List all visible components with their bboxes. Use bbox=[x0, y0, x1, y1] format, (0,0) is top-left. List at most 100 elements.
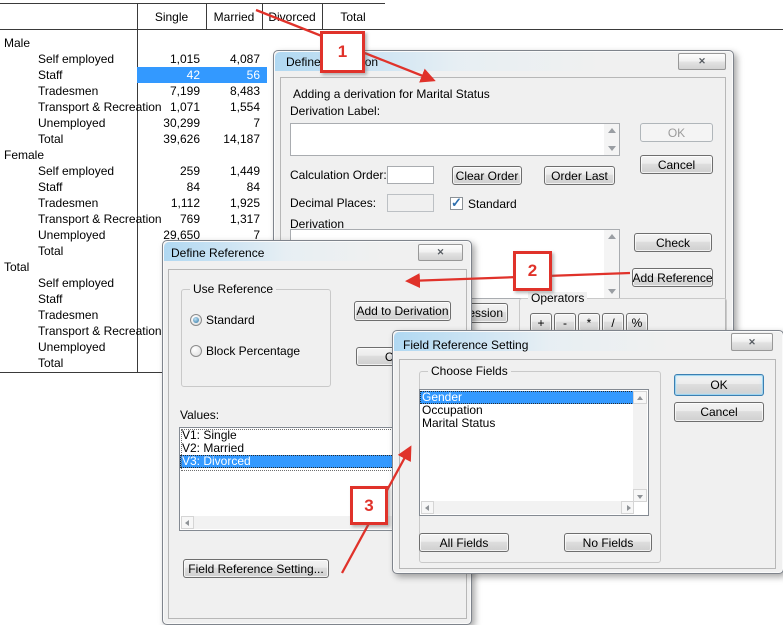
row-label: Transport & Recreation bbox=[38, 323, 162, 339]
column-header-total[interactable]: Total bbox=[322, 9, 384, 25]
table-row[interactable]: Male bbox=[0, 35, 440, 51]
fields-hscrollbar[interactable] bbox=[421, 501, 634, 514]
no-fields-button[interactable]: No Fields bbox=[564, 533, 652, 552]
standard-checkbox-label: Standard bbox=[468, 197, 517, 211]
table-cell[interactable]: 1,554 bbox=[200, 99, 260, 115]
arrow-left-icon bbox=[425, 505, 429, 511]
scroll-up-button[interactable] bbox=[633, 391, 647, 404]
row-label: Tradesmen bbox=[38, 195, 98, 211]
row-label: Unemployed bbox=[38, 227, 105, 243]
table-top-line bbox=[0, 3, 385, 4]
scroll-up-icon bbox=[608, 234, 616, 239]
derivation-label-caption: Derivation Label: bbox=[290, 104, 380, 118]
close-icon[interactable]: ✕ bbox=[418, 244, 463, 261]
scroll-down-button[interactable] bbox=[633, 489, 647, 502]
table-cell[interactable]: 259 bbox=[137, 163, 200, 179]
row-label: Staff bbox=[38, 67, 62, 83]
cancel-button[interactable]: Cancel bbox=[640, 155, 713, 174]
row-label: Self employed bbox=[38, 275, 114, 291]
block-percentage-radio-label: Block Percentage bbox=[206, 344, 300, 358]
callout-1: 1 bbox=[320, 31, 365, 73]
decimal-places-caption: Decimal Places: bbox=[290, 196, 376, 210]
row-label: Male bbox=[4, 35, 30, 51]
row-label: Staff bbox=[38, 291, 62, 307]
arrow-left-icon bbox=[185, 520, 189, 526]
table-cell[interactable]: 769 bbox=[137, 211, 200, 227]
operators-caption: Operators bbox=[528, 292, 587, 305]
row-label: Total bbox=[38, 131, 63, 147]
close-icon[interactable]: ✕ bbox=[678, 53, 726, 70]
ok-button[interactable]: OK bbox=[640, 123, 713, 142]
row-label: Total bbox=[38, 355, 63, 371]
column-header-married[interactable]: Married bbox=[206, 9, 262, 25]
row-label: Total bbox=[38, 243, 63, 259]
table-cell[interactable]: 4,087 bbox=[200, 51, 260, 67]
table-cell[interactable]: 1,071 bbox=[137, 99, 200, 115]
row-label: Female bbox=[4, 147, 44, 163]
arrow-down-icon bbox=[637, 495, 643, 499]
row-label: Unemployed bbox=[38, 339, 105, 355]
fields-listbox[interactable]: GenderOccupationMarital Status bbox=[419, 389, 649, 516]
standard-checkbox[interactable]: ✓ bbox=[450, 197, 463, 210]
derivation-scrollbar[interactable] bbox=[604, 230, 619, 298]
arrow-right-icon bbox=[627, 505, 631, 511]
row-label: Tradesmen bbox=[38, 307, 98, 323]
calculation-order-caption: Calculation Order: bbox=[290, 168, 387, 182]
close-icon[interactable]: ✕ bbox=[731, 333, 773, 351]
ok-button[interactable]: OK bbox=[674, 374, 764, 396]
scroll-up-icon bbox=[608, 128, 616, 133]
table-header-underline bbox=[0, 29, 783, 30]
callout-3: 3 bbox=[350, 486, 388, 525]
table-cell[interactable]: 1,925 bbox=[200, 195, 260, 211]
table-cell[interactable]: 42 bbox=[137, 67, 200, 83]
table-cell[interactable]: 84 bbox=[200, 179, 260, 195]
decimal-places-input[interactable] bbox=[387, 194, 434, 212]
row-label: Self employed bbox=[38, 163, 114, 179]
table-cell[interactable]: 30,299 bbox=[137, 115, 200, 131]
row-label: Tradesmen bbox=[38, 83, 98, 99]
table-cell[interactable]: 1,317 bbox=[200, 211, 260, 227]
table-cell[interactable]: 8,483 bbox=[200, 83, 260, 99]
row-label: Staff bbox=[38, 179, 62, 195]
table-cell[interactable]: 7 bbox=[200, 115, 260, 131]
row-label: Self employed bbox=[38, 51, 114, 67]
scroll-left-button[interactable] bbox=[181, 516, 194, 529]
table-cell[interactable]: 14,187 bbox=[200, 131, 260, 147]
fields-vscrollbar[interactable] bbox=[633, 391, 647, 502]
derivation-label-input[interactable] bbox=[290, 123, 620, 156]
table-cell[interactable]: 1,015 bbox=[137, 51, 200, 67]
check-button[interactable]: Check bbox=[634, 233, 712, 252]
add-reference-button[interactable]: Add Reference bbox=[632, 268, 713, 287]
radio-dot-icon bbox=[193, 317, 199, 323]
column-header-divorced[interactable]: Divorced bbox=[262, 9, 322, 25]
calculation-order-input[interactable] bbox=[387, 166, 434, 184]
table-cell[interactable]: 1,449 bbox=[200, 163, 260, 179]
derivation-label-scrollbar[interactable] bbox=[604, 124, 619, 155]
block-percentage-radio[interactable] bbox=[190, 345, 202, 357]
fields-list-items: GenderOccupationMarital Status bbox=[420, 391, 648, 430]
table-cell[interactable]: 56 bbox=[200, 67, 260, 83]
table-cell[interactable]: 39,626 bbox=[137, 131, 200, 147]
column-header-single[interactable]: Single bbox=[137, 9, 206, 25]
standard-radio[interactable] bbox=[190, 314, 202, 326]
table-cell[interactable]: 1,112 bbox=[137, 195, 200, 211]
fields-list-item[interactable]: Marital Status bbox=[420, 417, 634, 430]
values-caption: Values: bbox=[180, 408, 219, 422]
scroll-right-button[interactable] bbox=[621, 501, 634, 514]
clear-order-button[interactable]: Clear Order bbox=[452, 166, 522, 185]
field-reference-setting-button[interactable]: Field Reference Setting... bbox=[183, 559, 329, 578]
callout-2: 2 bbox=[513, 251, 552, 291]
use-reference-caption: Use Reference bbox=[190, 283, 276, 296]
table-cell[interactable]: 7,199 bbox=[137, 83, 200, 99]
add-to-derivation-button[interactable]: Add to Derivation bbox=[354, 301, 451, 321]
define-reference-title: Define Reference bbox=[171, 246, 264, 261]
field-reference-setting-title: Field Reference Setting bbox=[403, 338, 528, 353]
scroll-left-button[interactable] bbox=[421, 501, 434, 514]
choose-fields-caption: Choose Fields bbox=[428, 365, 511, 378]
checkmark-icon: ✓ bbox=[451, 195, 462, 211]
scroll-down-icon bbox=[608, 146, 616, 151]
order-last-button[interactable]: Order Last bbox=[544, 166, 615, 185]
cancel-button[interactable]: Cancel bbox=[674, 402, 764, 422]
all-fields-button[interactable]: All Fields bbox=[419, 533, 509, 552]
table-cell[interactable]: 84 bbox=[137, 179, 200, 195]
